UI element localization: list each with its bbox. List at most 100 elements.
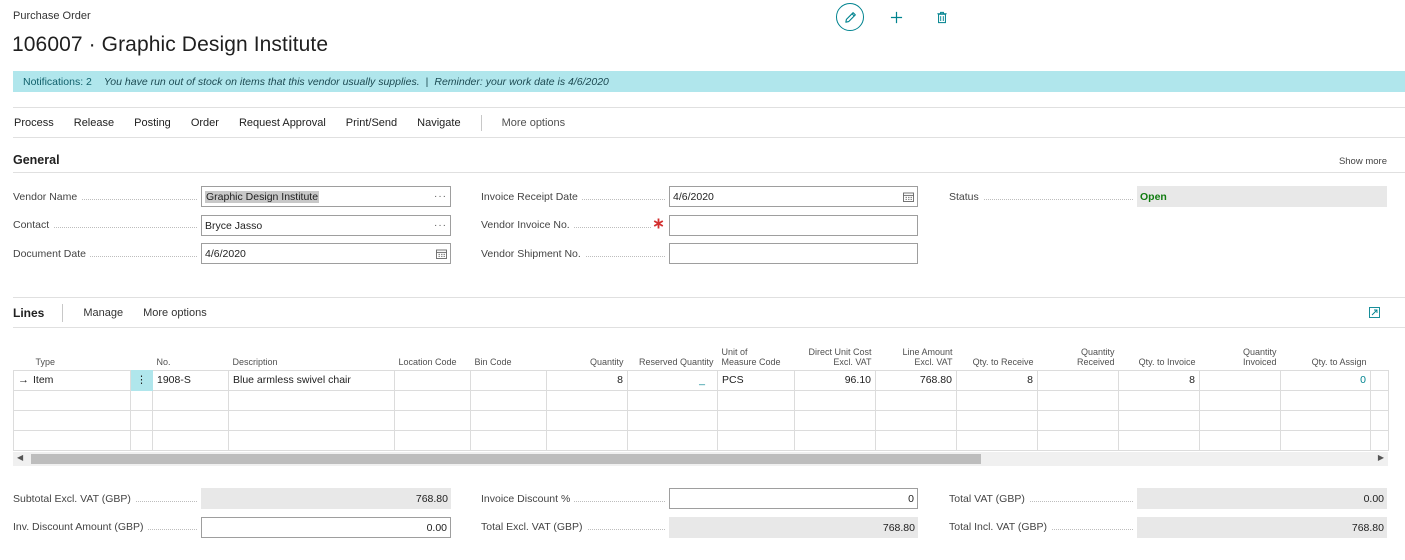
lines-section-title[interactable]: Lines (13, 306, 44, 320)
calendar-icon[interactable] (903, 192, 914, 202)
col-header-qty-to-assign[interactable]: Qty. to Assign (1281, 337, 1371, 370)
menu-more-options[interactable]: More options (502, 117, 566, 129)
expand-icon[interactable] (1369, 307, 1380, 318)
invoice-discount-pct-field[interactable]: 0 (669, 488, 918, 509)
menu-posting[interactable]: Posting (134, 117, 171, 129)
total-excl-vat-field: 768.80 (669, 517, 918, 538)
subtotal-value: 768.80 (415, 492, 448, 505)
total-vat-label: Total VAT (GBP) (949, 493, 1133, 505)
menu-order[interactable]: Order (191, 117, 219, 129)
total-excl-vat-label: Total Excl. VAT (GBP) (481, 521, 665, 533)
cell-qty-to-invoice[interactable]: 8 (1118, 369, 1200, 391)
cell-spacer (1370, 369, 1389, 391)
calendar-icon[interactable] (436, 249, 447, 259)
lines-more-options[interactable]: More options (143, 307, 207, 319)
general-section-title[interactable]: General (13, 153, 60, 167)
cell-quantity[interactable]: 8 (546, 369, 628, 391)
col-header-type[interactable]: Type (14, 337, 131, 370)
cell-reserved-quantity[interactable]: _ (627, 369, 718, 391)
vendor-invoice-no-label: Vendor Invoice No. (481, 219, 651, 231)
cell-bin-code[interactable] (470, 369, 547, 391)
cell-type[interactable]: → Item (13, 369, 131, 391)
col-header-no[interactable]: No. (153, 337, 229, 370)
invoice-receipt-date-field[interactable]: 4/6/2020 (669, 186, 918, 207)
vendor-name-lookup-button[interactable]: ··· (434, 191, 447, 202)
edit-button[interactable] (836, 3, 864, 31)
notification-message-workdate[interactable]: Reminder: your work date is 4/6/2020 (434, 76, 609, 88)
page-title: 106007 · Graphic Design Institute (12, 33, 329, 56)
contact-label: Contact (13, 219, 197, 231)
subtotal-label: Subtotal Excl. VAT (GBP) (13, 493, 197, 505)
status-value: Open (1140, 190, 1167, 203)
col-header-direct-unit-cost[interactable]: Direct Unit Cost Excl. VAT (795, 337, 876, 370)
col-header-qty-to-invoice[interactable]: Qty. to Invoice (1119, 337, 1200, 370)
col-header-uom[interactable]: Unit of Measure Code (718, 337, 795, 370)
total-incl-vat-label: Total Incl. VAT (GBP) (949, 521, 1133, 533)
menu-navigate[interactable]: Navigate (417, 117, 460, 129)
cell-description[interactable]: Blue armless swivel chair (228, 369, 395, 391)
vendor-name-field[interactable]: Graphic Design Institute ··· (201, 186, 451, 207)
scroll-right-icon[interactable]: ▶ (1378, 453, 1384, 462)
cell-line-amount[interactable]: 768.80 (875, 369, 957, 391)
table-row-empty[interactable] (13, 389, 1389, 411)
notification-count[interactable]: Notifications: 2 (23, 76, 92, 88)
divider (13, 327, 1405, 328)
contact-field[interactable]: Bryce Jasso ··· (201, 215, 451, 236)
notification-message-stock[interactable]: You have run out of stock on items that … (104, 76, 420, 88)
col-header-qty-invoiced[interactable]: Quantity Invoiced (1200, 337, 1281, 370)
scroll-left-icon[interactable]: ◀ (17, 453, 23, 462)
col-header-qty-received[interactable]: Quantity Received (1038, 337, 1119, 370)
col-header-description[interactable]: Description (229, 337, 395, 370)
col-header-quantity[interactable]: Quantity (547, 337, 628, 370)
cell-uom[interactable]: PCS (717, 369, 795, 391)
total-incl-vat-value: 768.80 (1351, 521, 1384, 534)
notification-bar: Notifications: 2 You have run out of sto… (13, 71, 1405, 92)
vendor-shipment-no-label: Vendor Shipment No. (481, 248, 665, 260)
invoice-receipt-date-label: Invoice Receipt Date (481, 191, 665, 203)
vendor-name-label: Vendor Name (13, 191, 197, 203)
vendor-invoice-no-field[interactable] (669, 215, 918, 236)
col-header-reserved-quantity[interactable]: Reserved Quantity (628, 337, 718, 370)
scrollbar-thumb[interactable] (31, 454, 981, 464)
cell-location-code[interactable] (394, 369, 471, 391)
cell-no[interactable]: 1908-S (152, 369, 229, 391)
document-date-label: Document Date (13, 248, 197, 260)
menu-request-approval[interactable]: Request Approval (239, 117, 326, 129)
invoice-discount-pct-label: Invoice Discount % (481, 493, 665, 505)
total-excl-vat-value: 768.80 (882, 521, 915, 534)
vendor-name-value: Graphic Design Institute (205, 190, 320, 203)
menu-separator (480, 115, 482, 131)
contact-lookup-button[interactable]: ··· (434, 220, 447, 231)
cell-qty-to-receive[interactable]: 8 (956, 369, 1038, 391)
cell-qty-to-assign[interactable]: 0 (1280, 369, 1371, 391)
status-label: Status (949, 191, 1133, 203)
table-row-empty[interactable] (13, 429, 1389, 451)
delete-button[interactable] (928, 3, 956, 31)
show-more-link[interactable]: Show more (1339, 156, 1387, 167)
col-header-line-amount[interactable]: Line Amount Excl. VAT (876, 337, 957, 370)
col-header-qty-to-receive[interactable]: Qty. to Receive (957, 337, 1038, 370)
lines-manage-menu[interactable]: Manage (83, 307, 123, 319)
col-header-bin-code[interactable]: Bin Code (471, 337, 547, 370)
menu-print-send[interactable]: Print/Send (346, 117, 397, 129)
row-actions-button[interactable]: ⋮ (130, 369, 153, 391)
invoice-discount-pct-value: 0 (908, 492, 914, 505)
menu-release[interactable]: Release (74, 117, 114, 129)
divider (13, 137, 1405, 138)
vendor-shipment-no-field[interactable] (669, 243, 918, 264)
col-header-location-code[interactable]: Location Code (395, 337, 471, 370)
horizontal-scrollbar[interactable]: ◀ ▶ (13, 452, 1388, 466)
document-date-field[interactable]: 4/6/2020 (201, 243, 451, 264)
inv-discount-amount-field[interactable]: 0.00 (201, 517, 451, 538)
trash-icon (937, 11, 947, 23)
cell-direct-unit-cost[interactable]: 96.10 (794, 369, 876, 391)
table-row-empty[interactable] (13, 409, 1389, 431)
total-vat-value: 0.00 (1363, 492, 1384, 505)
new-button[interactable] (882, 3, 910, 31)
divider (13, 172, 1405, 173)
plus-icon (890, 11, 902, 23)
table-row[interactable]: → Item ⋮ 1908-S Blue armless swivel chair… (13, 369, 1389, 391)
lines-separator (62, 304, 64, 322)
required-asterisk-icon (653, 218, 664, 229)
menu-process[interactable]: Process (14, 117, 54, 129)
